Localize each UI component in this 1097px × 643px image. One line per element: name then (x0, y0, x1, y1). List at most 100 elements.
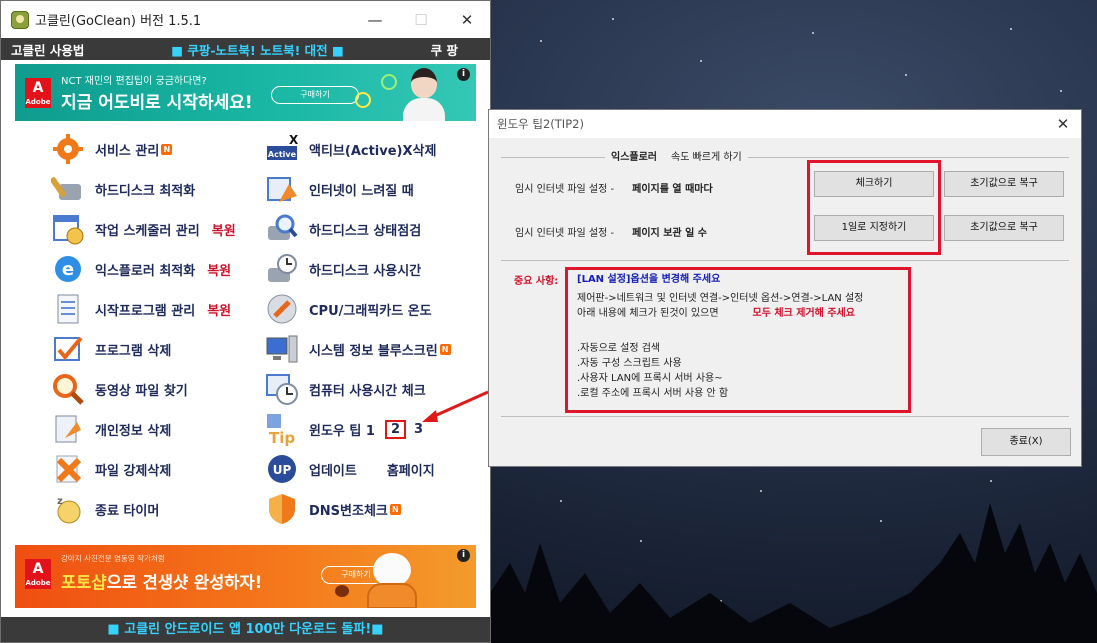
homepage-link[interactable]: 홈페이지 (387, 460, 435, 479)
item-activex-delete[interactable]: Active X 액티브(Active)X삭제 (265, 131, 436, 167)
item-update[interactable]: UP 업데이트 홈페이지 (265, 451, 435, 487)
computer-icon (265, 332, 299, 366)
footer-promo-bar[interactable]: ■ 고클린 안드로이드 앱 100만 다운로드 돌파!■ (1, 617, 490, 642)
internet-explorer-icon: e (51, 252, 85, 286)
banner-subtext: 강아지 사진전문 염동영 작가처럼 (61, 554, 165, 563)
item-disk-usage-time[interactable]: 하드디스크 사용시간 (265, 251, 421, 287)
highlight-box-notes (565, 267, 911, 413)
red-annotation-arrow-icon (422, 390, 489, 422)
top-ad-banner[interactable]: Adobe NCT 재민의 편집팁이 궁금하다면? 지금 어도비로 시작하세요!… (15, 64, 476, 121)
item-shutdown-timer[interactable]: z 종료 타이머 (51, 491, 159, 527)
title-bar[interactable]: 고클린(GoClean) 버전 1.5.1 — ☐ ✕ (1, 1, 490, 38)
feature-grid: 서비스 관리 N 하드디스크 최적화 작업 스케줄러 관리 복원 e 익스플로러 최… (1, 131, 490, 545)
magnifier-icon (51, 372, 85, 406)
item-dns-check[interactable]: DNS변조체크 N (265, 491, 401, 527)
row2-label: 임시 인터넷 파일 설정 - 페이지 보관 일 수 (515, 228, 707, 239)
new-badge: N (439, 343, 451, 355)
adobe-logo-icon: Adobe (25, 78, 51, 108)
close-icon[interactable]: ✕ (444, 11, 490, 29)
item-ie-optimize[interactable]: e 익스플로러 최적화 복원 (51, 251, 231, 287)
menu-coupang[interactable]: 쿠 팡 (431, 40, 458, 59)
update-icon: UP (265, 452, 299, 486)
item-system-info[interactable]: 시스템 정보 블루스크린 N (265, 331, 451, 367)
item-startup-manage[interactable]: 시작프로그램 관리 복원 (51, 291, 231, 327)
section-divider (501, 260, 1069, 261)
smile-emoji-icon (355, 92, 371, 108)
row1-label: 임시 인터넷 파일 설정 - 페이지를 열 때마다 (515, 184, 713, 195)
disk-clock-icon (265, 252, 299, 286)
restore-link[interactable]: 복원 (207, 300, 231, 319)
item-task-scheduler[interactable]: 작업 스케줄러 관리 복원 (51, 211, 236, 247)
tree-silhouette (490, 503, 1097, 643)
banner-buy-button[interactable]: 구매하기 (271, 86, 359, 104)
paw-icon (335, 585, 349, 597)
item-program-uninstall[interactable]: 프로그램 삭제 (51, 331, 171, 367)
activex-icon: Active X (265, 132, 299, 166)
gear-icon (51, 132, 85, 166)
exit-button[interactable]: 종료(X) (981, 428, 1071, 456)
item-cpu-gpu-temp[interactable]: CPU/그래픽카드 온도 (265, 291, 432, 327)
svg-text:X: X (289, 133, 299, 147)
document-arrow-icon (51, 412, 85, 446)
new-badge: N (389, 503, 401, 515)
item-service-manage[interactable]: 서비스 관리 N (51, 131, 173, 167)
ad-info-icon[interactable]: i (457, 68, 470, 81)
window-clock-icon (265, 372, 299, 406)
dialog-title-bar[interactable]: 윈도우 팁2(TIP2) ✕ (489, 110, 1081, 138)
windows-tip2-dialog: 윈도우 팁2(TIP2) ✕ 익스플로러 속도 빠르게 하기 임시 인터넷 파일 … (488, 109, 1082, 467)
ad-info-icon[interactable]: i (457, 549, 470, 562)
item-slow-internet[interactable]: 인터넷이 느려질 때 (265, 171, 414, 207)
goclean-app-icon (11, 10, 29, 29)
svg-text:UP: UP (273, 463, 292, 477)
svg-text:Tip: Tip (269, 429, 295, 446)
model-photo (403, 66, 445, 121)
svg-text:Active: Active (268, 150, 297, 159)
calendar-clock-icon (51, 212, 85, 246)
highlight-box-buttons (807, 160, 941, 255)
group-divider (501, 157, 1069, 158)
thermometer-icon (265, 292, 299, 326)
window-title: 고클린(GoClean) 버전 1.5.1 (35, 14, 202, 29)
banner-subtext: NCT 재민의 편집팁이 궁금하다면? (61, 76, 207, 87)
note-title: 중요 사항: (514, 276, 559, 287)
item-disk-optimize[interactable]: 하드디스크 최적화 (50, 171, 195, 207)
reset-button-1[interactable]: 초기값으로 복구 (944, 171, 1064, 197)
restore-link[interactable]: 복원 (207, 260, 231, 279)
item-video-finder[interactable]: 동영상 파일 찾기 (51, 371, 188, 407)
tip-2-link[interactable]: 2 (384, 419, 406, 439)
tip-icon: Tip (265, 412, 299, 447)
item-privacy-delete[interactable]: 개인정보 삭제 (51, 411, 171, 447)
item-force-delete[interactable]: 파일 강제삭제 (51, 451, 171, 487)
goclean-window: 고클린(GoClean) 버전 1.5.1 — ☐ ✕ 고클린 사용법 ■ 쿠팡… (0, 0, 491, 643)
checklist-icon (51, 332, 85, 366)
item-windows-tip[interactable]: Tip 윈도우 팁 1 2 3 (265, 411, 423, 447)
close-icon[interactable]: ✕ (1045, 115, 1081, 133)
shield-icon (265, 492, 299, 526)
item-disk-health[interactable]: 하드디스크 상태점검 (265, 211, 421, 247)
item-pc-usage-check[interactable]: 컴퓨터 사용시간 체크 (265, 371, 426, 407)
svg-text:z: z (57, 496, 63, 507)
dog-photo (367, 553, 417, 608)
reset-button-2[interactable]: 초기값으로 복구 (944, 215, 1064, 241)
maximize-icon: ☐ (414, 10, 428, 29)
new-badge: N (161, 143, 173, 155)
svg-text:e: e (62, 259, 74, 280)
network-arrow-icon (265, 172, 299, 206)
delete-x-icon (51, 452, 85, 486)
disk-wrench-icon (50, 172, 85, 206)
bottom-ad-banner[interactable]: Adobe 강아지 사진전문 염동영 작가처럼 포토샵으로 견생샷 완성하자! … (15, 545, 476, 608)
bottom-divider (501, 416, 1069, 417)
menu-bar: 고클린 사용법 ■ 쿠팡-노트북! 노트북! 대전 ■ 쿠 팡 (1, 38, 490, 60)
sparkle-icon (381, 74, 397, 90)
banner-headline: 지금 어도비로 시작하세요! (61, 93, 253, 113)
banner-headline: 포토샵으로 견생샷 완성하자! (61, 573, 263, 592)
group-label: 익스플로러 속도 빠르게 하기 (605, 148, 748, 163)
restore-link[interactable]: 복원 (212, 220, 236, 239)
menu-howto[interactable]: 고클린 사용법 (11, 40, 84, 59)
dialog-title: 윈도우 팁2(TIP2) (497, 117, 584, 131)
menu-promo-link[interactable]: ■ 쿠팡-노트북! 노트북! 대전 ■ (84, 40, 430, 59)
sleep-bulb-icon: z (51, 492, 85, 526)
adobe-logo-icon: Adobe (25, 559, 51, 589)
minimize-icon[interactable]: — (352, 11, 398, 29)
document-list-icon (51, 292, 85, 326)
